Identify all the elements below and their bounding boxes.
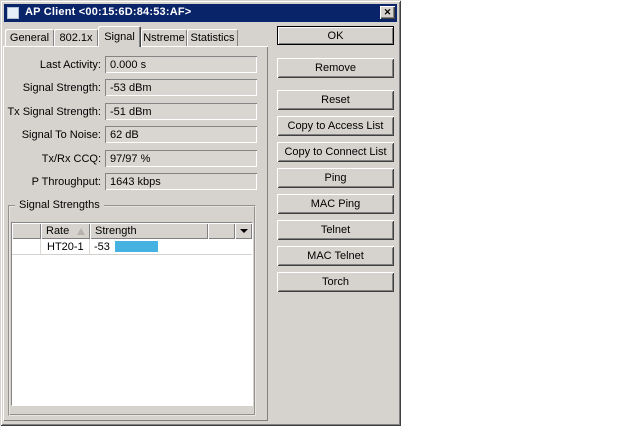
table-row[interactable]: HT20-1 -53 xyxy=(12,239,252,255)
field-signal-to-noise: Signal To Noise: 62 dB xyxy=(0,126,260,143)
group-title: Signal Strengths xyxy=(15,199,104,211)
tab-statistics[interactable]: Statistics xyxy=(187,29,238,46)
strength-value: -53 xyxy=(94,240,110,253)
field-value: -51 dBm xyxy=(105,103,257,120)
close-icon[interactable]: ✕ xyxy=(380,6,395,19)
row-blank-cell xyxy=(12,239,41,254)
header-rate-label: Rate xyxy=(46,225,70,237)
sort-ascending-icon xyxy=(77,228,85,235)
ok-button[interactable]: OK xyxy=(277,26,394,45)
window-title: AP Client <00:15:6D:84:53:AF> xyxy=(25,6,192,18)
strength-bar xyxy=(115,241,158,252)
remove-button[interactable]: Remove xyxy=(277,58,394,78)
field-value: 0.000 s xyxy=(105,56,257,73)
tab-8021x[interactable]: 802.1x xyxy=(54,29,98,46)
row-blank-cell-2 xyxy=(208,239,235,254)
signal-strengths-table: Rate Strength HT20-1 -53 xyxy=(11,222,253,406)
field-label: Tx/Rx CCQ: xyxy=(41,153,101,165)
field-value: 97/97 % xyxy=(105,150,257,167)
reset-button[interactable]: Reset xyxy=(277,90,394,110)
tab-signal[interactable]: Signal xyxy=(98,26,141,47)
table-header: Rate Strength xyxy=(12,223,252,239)
header-rate[interactable]: Rate xyxy=(41,223,90,239)
app-icon xyxy=(7,7,19,19)
desktop-background: AP Client <00:15:6D:84:53:AF> ✕ General … xyxy=(0,0,640,430)
row-blank-cell-3 xyxy=(235,239,252,254)
field-label: Signal To Noise: xyxy=(21,129,101,141)
header-strength-label: Strength xyxy=(95,225,137,237)
header-blank[interactable] xyxy=(12,223,41,239)
field-signal-strength: Signal Strength: -53 dBm xyxy=(0,79,260,96)
dropdown-icon xyxy=(239,229,248,233)
header-blank-2[interactable] xyxy=(208,223,235,239)
field-tx-signal-strength: Tx Signal Strength: -51 dBm xyxy=(0,103,260,120)
field-value: -53 dBm xyxy=(105,79,257,96)
tab-general[interactable]: General xyxy=(5,29,54,46)
row-rate-cell: HT20-1 xyxy=(41,239,90,254)
column-menu-button[interactable] xyxy=(235,223,252,239)
torch-button[interactable]: Torch xyxy=(277,272,394,292)
telnet-button[interactable]: Telnet xyxy=(277,220,394,240)
ap-client-dialog: AP Client <00:15:6D:84:53:AF> ✕ General … xyxy=(0,0,401,426)
field-value: 1643 kbps xyxy=(105,173,257,190)
field-p-throughput: P Throughput: 1643 kbps xyxy=(0,173,260,190)
field-tx-rx-ccq: Tx/Rx CCQ: 97/97 % xyxy=(0,150,260,167)
copy-to-access-list-button[interactable]: Copy to Access List xyxy=(277,116,394,136)
field-label: Signal Strength: xyxy=(22,82,101,94)
copy-to-connect-list-button[interactable]: Copy to Connect List xyxy=(277,142,394,162)
field-label: Last Activity: xyxy=(39,59,101,71)
mac-telnet-button[interactable]: MAC Telnet xyxy=(277,246,394,266)
field-last-activity: Last Activity: 0.000 s xyxy=(0,56,260,73)
row-strength-cell: -53 xyxy=(90,239,208,254)
field-label: Tx Signal Strength: xyxy=(7,106,101,118)
tab-nstreme[interactable]: Nstreme xyxy=(141,29,187,46)
mac-ping-button[interactable]: MAC Ping xyxy=(277,194,394,214)
titlebar[interactable]: AP Client <00:15:6D:84:53:AF> ✕ xyxy=(4,4,397,22)
ping-button[interactable]: Ping xyxy=(277,168,394,188)
field-label: P Throughput: xyxy=(31,176,101,188)
field-value: 62 dB xyxy=(105,126,257,143)
header-strength[interactable]: Strength xyxy=(90,223,208,239)
